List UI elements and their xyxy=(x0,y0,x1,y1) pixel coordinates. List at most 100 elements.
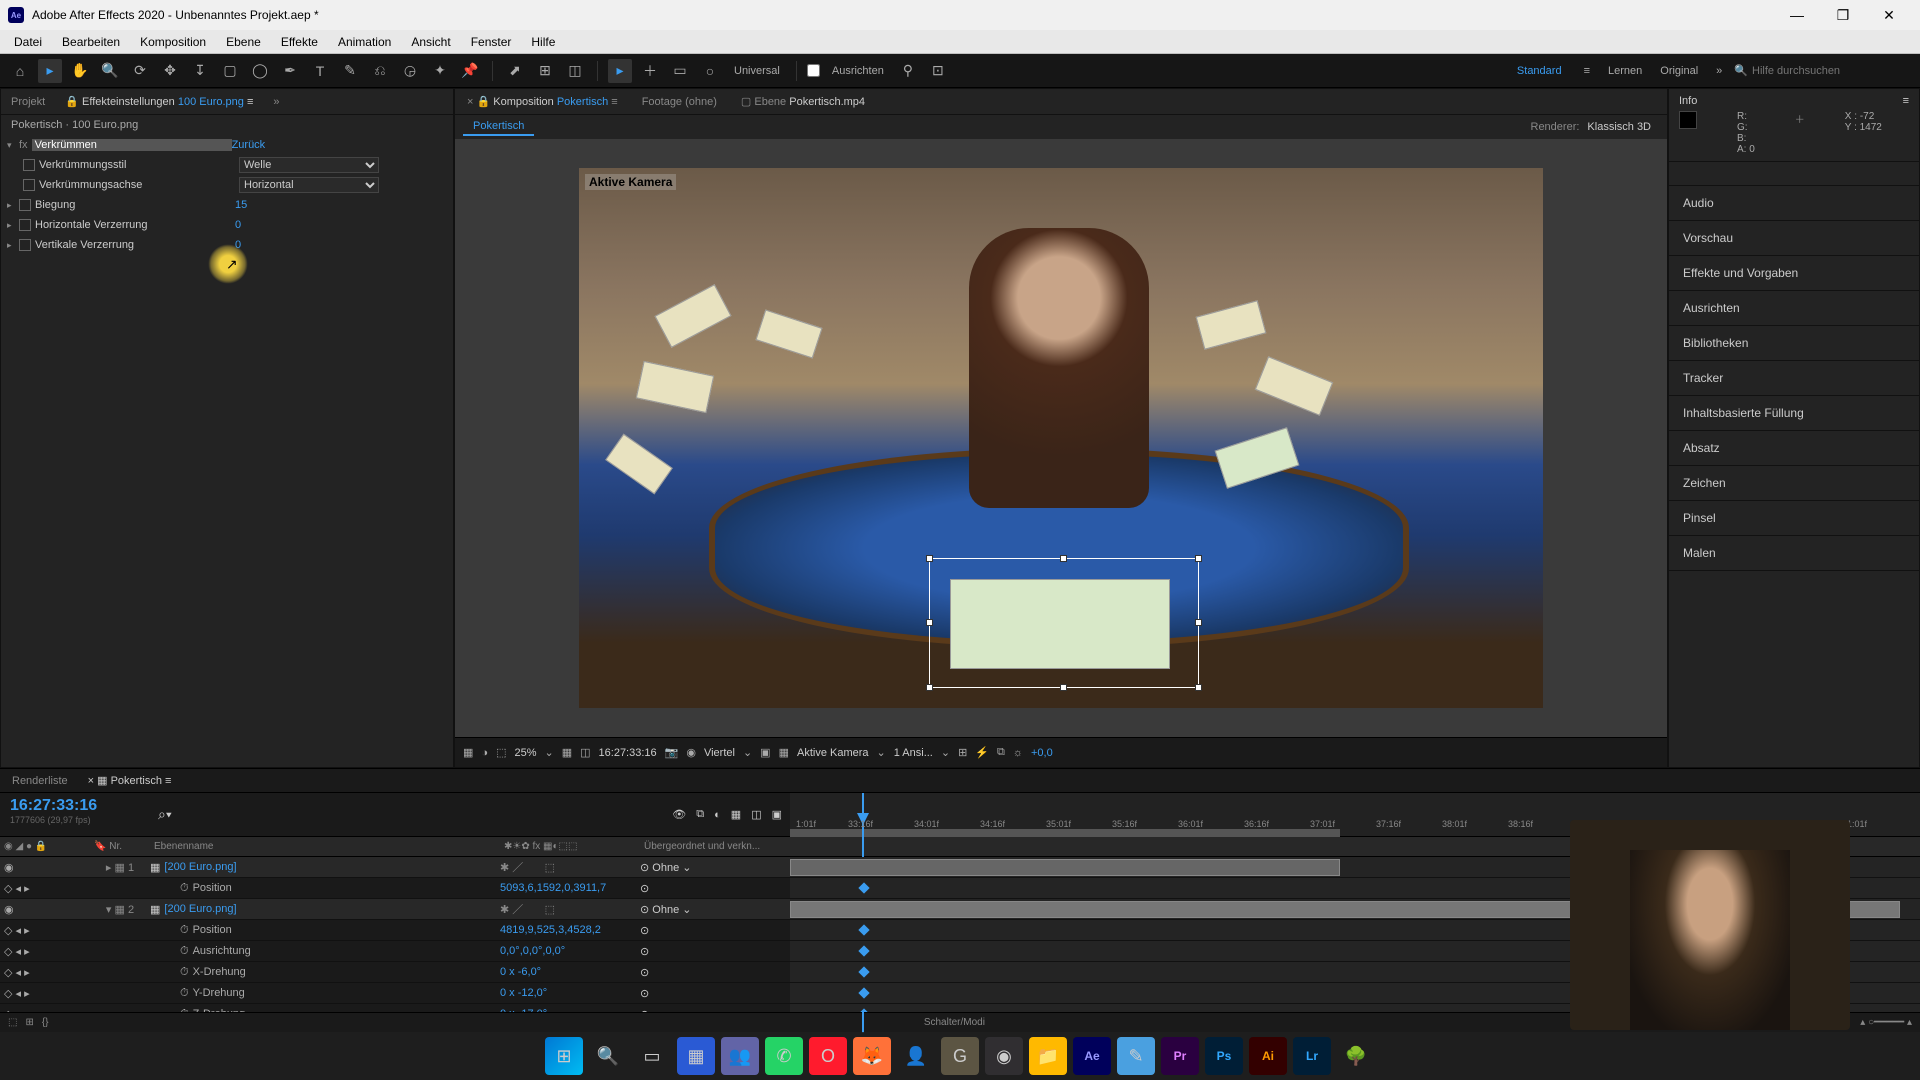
expand-icon[interactable]: ▸ xyxy=(7,240,19,251)
panel-ausrichten[interactable]: Ausrichten xyxy=(1669,291,1919,326)
vdist-value[interactable]: 0 xyxy=(235,239,241,251)
clone-tool-icon[interactable]: ⎌ xyxy=(368,59,392,83)
menu-datei[interactable]: Datei xyxy=(4,33,52,51)
fx-name[interactable]: Verkrümmen xyxy=(32,139,232,151)
panel-vorschau[interactable]: Vorschau xyxy=(1669,221,1919,256)
type-tool-icon[interactable]: T xyxy=(308,59,332,83)
notepad-icon[interactable]: ✎ xyxy=(1117,1037,1155,1075)
explorer-icon[interactable]: 📁 xyxy=(1029,1037,1067,1075)
view-value[interactable]: Aktive Kamera xyxy=(797,747,869,759)
fx-toggle-icon[interactable]: ▾ xyxy=(7,140,19,151)
zoom-value[interactable]: 25% xyxy=(514,747,536,759)
timecode[interactable]: 16:27:33:16 xyxy=(599,747,657,759)
chevron-down-icon[interactable]: ⌄ xyxy=(941,746,950,759)
workspace-more-icon[interactable]: » xyxy=(1710,65,1728,77)
ae-icon[interactable]: Ae xyxy=(1073,1037,1111,1075)
taskview-icon[interactable]: ▭ xyxy=(633,1037,671,1075)
style-select[interactable]: Welle xyxy=(239,157,379,173)
draft3d-icon[interactable]: ◫ xyxy=(751,808,761,821)
close-button[interactable]: ✕ xyxy=(1866,0,1912,30)
fx-reset-link[interactable]: Zurück xyxy=(232,139,266,151)
menu-effekte[interactable]: Effekte xyxy=(271,33,328,51)
hdist-value[interactable]: 0 xyxy=(235,219,241,231)
timeline-comp-tab[interactable]: × ▦ Pokertisch ≡ xyxy=(88,774,172,787)
panel-zeichen[interactable]: Zeichen xyxy=(1669,466,1919,501)
grid-icon[interactable]: ⊡ xyxy=(926,59,950,83)
menu-animation[interactable]: Animation xyxy=(328,33,401,51)
comp-tab[interactable]: × 🔒 Komposition Pokertisch ≡ xyxy=(455,91,630,112)
bend-value[interactable]: 15 xyxy=(235,199,247,211)
fast-icon[interactable]: ⚡ xyxy=(975,746,989,759)
panel-pinsel[interactable]: Pinsel xyxy=(1669,501,1919,536)
roto-tool-icon[interactable]: ✦ xyxy=(428,59,452,83)
render-icon[interactable]: ▣ xyxy=(772,808,782,821)
visibility-icon[interactable]: ◉ xyxy=(4,903,14,916)
pan-behind-tool-icon[interactable]: ✥ xyxy=(158,59,182,83)
menu-komposition[interactable]: Komposition xyxy=(130,33,216,51)
stopwatch-icon[interactable] xyxy=(19,199,31,211)
start-icon[interactable]: ⊞ xyxy=(545,1037,583,1075)
tabs-overflow-icon[interactable]: » xyxy=(263,92,289,112)
rect-tool-icon[interactable]: ▢ xyxy=(218,59,242,83)
search-icon[interactable]: 🔍 xyxy=(589,1037,627,1075)
switches-modes-label[interactable]: Schalter/Modi xyxy=(924,1017,985,1028)
teams-icon[interactable]: 👥 xyxy=(721,1037,759,1075)
lock-icon[interactable]: 🔒 xyxy=(65,96,79,108)
local-axis-icon[interactable]: ⬈ xyxy=(503,59,527,83)
3d-icon[interactable]: ⬚ xyxy=(496,746,506,759)
view-axis-icon[interactable]: ◫ xyxy=(563,59,587,83)
viewcount-value[interactable]: 1 Ansi... xyxy=(894,747,933,759)
minimize-button[interactable]: — xyxy=(1774,0,1820,30)
workspace-standard[interactable]: Standard xyxy=(1507,65,1572,77)
workspace-lernen[interactable]: Lernen xyxy=(1602,65,1648,77)
orbit-tool-icon[interactable]: ⟳ xyxy=(128,59,152,83)
resolution-value[interactable]: Viertel xyxy=(704,747,735,759)
timeline-search-input[interactable]: ⌕▾ xyxy=(158,806,172,823)
fx-enable-icon[interactable]: fx xyxy=(19,139,28,151)
mask-icon[interactable]: ◑ xyxy=(481,747,488,759)
add-vertex-icon[interactable]: ＋ xyxy=(638,59,662,83)
menu-hilfe[interactable]: Hilfe xyxy=(521,33,565,51)
panel-audio[interactable]: Audio xyxy=(1669,186,1919,221)
shy-icon[interactable]: 👁 xyxy=(672,808,686,821)
box-icon[interactable]: ▭ xyxy=(668,59,692,83)
project-tab[interactable]: Projekt xyxy=(1,92,55,112)
visibility-icon[interactable]: ◉ xyxy=(4,861,14,874)
hand-tool-icon[interactable]: ✋ xyxy=(68,59,92,83)
zoom-tool-icon[interactable]: 🔍 xyxy=(98,59,122,83)
select-axis-icon[interactable]: ▸ xyxy=(608,59,632,83)
panel-effekte[interactable]: Effekte und Vorgaben xyxy=(1669,256,1919,291)
opera-icon[interactable]: O xyxy=(809,1037,847,1075)
current-timecode[interactable]: 16:27:33:16 xyxy=(10,797,140,815)
footage-tab[interactable]: Footage (ohne) xyxy=(630,92,729,112)
snap-checkbox[interactable] xyxy=(807,64,820,77)
comp-subtab[interactable]: Pokertisch xyxy=(463,118,534,136)
ps-icon[interactable]: Ps xyxy=(1205,1037,1243,1075)
pixel-icon[interactable]: ⊞ xyxy=(958,746,967,759)
expand-icon[interactable]: ▸ xyxy=(7,220,19,231)
snap-opts-icon[interactable]: ⚲ xyxy=(896,59,920,83)
misc-icon[interactable]: 🌳 xyxy=(1337,1037,1375,1075)
panel-tracker[interactable]: Tracker xyxy=(1669,361,1919,396)
axis-select[interactable]: Horizontal xyxy=(239,177,379,193)
stopwatch-icon[interactable] xyxy=(23,179,35,191)
widgets-icon[interactable]: ▦ xyxy=(677,1037,715,1075)
alpha-icon[interactable]: ▦ xyxy=(463,746,473,759)
exposure-icon[interactable]: ☼ xyxy=(1013,747,1023,759)
menu-ansicht[interactable]: Ansicht xyxy=(401,33,460,51)
exposure-value[interactable]: +0,0 xyxy=(1031,747,1053,759)
firefox-icon[interactable]: 🦊 xyxy=(853,1037,891,1075)
panel-bibliotheken[interactable]: Bibliotheken xyxy=(1669,326,1919,361)
stopwatch-icon[interactable] xyxy=(19,219,31,231)
roi-icon[interactable]: ▣ xyxy=(760,746,770,759)
puppet-tool-icon[interactable]: 📌 xyxy=(458,59,482,83)
workspace-menu-icon[interactable]: ≡ xyxy=(1578,65,1596,77)
menu-ebene[interactable]: Ebene xyxy=(216,33,271,51)
help-search-input[interactable] xyxy=(1752,65,1912,77)
app-icon[interactable]: 👤 xyxy=(897,1037,935,1075)
frame-blend-icon[interactable]: ⧉ xyxy=(696,808,704,821)
panel-malen[interactable]: Malen xyxy=(1669,536,1919,571)
anchor-tool-icon[interactable]: ↧ xyxy=(188,59,212,83)
channel-icon[interactable]: ◉ xyxy=(686,746,696,759)
brace-icon[interactable]: {} xyxy=(42,1017,49,1028)
